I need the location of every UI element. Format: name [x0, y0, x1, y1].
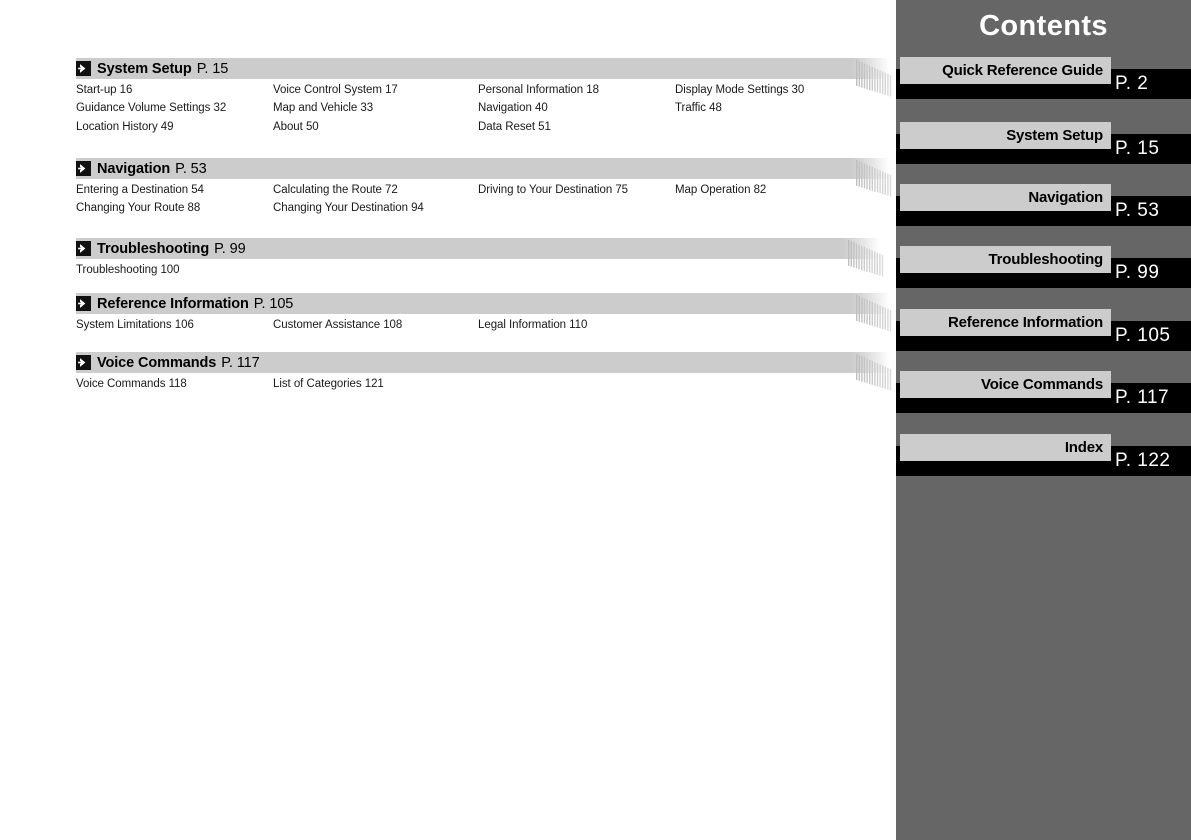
contents-page: System Setup P. 15 Start-up 16 Voice Contro… — [0, 0, 1191, 840]
section-page-number: P. 53 — [175, 160, 207, 177]
section-entry-grid: System Limitations 106 Customer Assistanc… — [76, 319, 890, 337]
toc-entry[interactable]: System Limitations 106 — [76, 319, 194, 331]
section-title: System Setup — [97, 60, 192, 77]
section-header[interactable]: Voice Commands P. 117 — [76, 352, 260, 373]
toc-entry[interactable]: Start-up 16 — [76, 84, 132, 96]
section-5: Voice Commands P. 117 Voice Commands 118 Li… — [76, 352, 890, 396]
toc-entry[interactable]: Voice Control System 17 — [273, 84, 398, 96]
section-page-number: P. 15 — [196, 60, 229, 77]
toc-entry[interactable]: Legal Information 110 — [478, 319, 587, 331]
section-header[interactable]: System Setup P. 15 — [76, 58, 228, 79]
arrow-right-box-icon — [76, 161, 91, 176]
arrow-right-box-icon — [76, 296, 91, 311]
section-1: System Setup P. 15 Start-up 16 Voice Contro… — [76, 58, 890, 139]
tab-label: Troubleshooting — [900, 246, 1111, 273]
section-page-number: P. 99 — [214, 240, 246, 257]
section-header-bar: Voice Commands P. 117 — [76, 352, 890, 373]
tab-page-number: P. 117 — [1115, 387, 1170, 408]
tab-label: Index — [900, 434, 1111, 461]
arrow-right-box-icon — [76, 241, 91, 256]
section-header[interactable]: Reference Information P. 105 — [76, 293, 293, 314]
toc-entry[interactable]: Navigation 40 — [478, 102, 548, 114]
toc-entry[interactable]: Guidance Volume Settings 32 — [76, 102, 226, 114]
section-bar-fade — [842, 238, 880, 259]
tab-page-number: P. 15 — [1115, 138, 1160, 159]
toc-entry[interactable]: Location History 49 — [76, 121, 174, 133]
section-title: Voice Commands — [97, 354, 217, 371]
section-2: Navigation P. 53 Entering a Destination 54… — [76, 158, 890, 221]
chapter-tab-sidebar: Contents Quick Reference Guide P. 2 System… — [896, 0, 1191, 840]
toc-entry[interactable]: Map Operation 82 — [675, 184, 766, 196]
section-header[interactable]: Troubleshooting P. 99 — [76, 238, 246, 259]
section-title: Troubleshooting — [97, 240, 210, 257]
section-bar-fade — [852, 158, 890, 179]
toc-entry[interactable]: Traffic 48 — [675, 102, 722, 114]
section-page-number: P. 105 — [253, 295, 294, 312]
section-4: Reference Information P. 105 System Limita… — [76, 293, 890, 337]
toc-entry[interactable]: Customer Assistance 108 — [273, 319, 402, 331]
section-entry-grid: Entering a Destination 54 Calculating the… — [76, 184, 890, 221]
section-bar-fade — [852, 352, 890, 373]
section-header-bar: Troubleshooting P. 99 — [76, 238, 880, 259]
entry-row: Start-up 16 Voice Control System 17 Person… — [76, 84, 890, 102]
tab-page-number: P. 2 — [1115, 73, 1149, 94]
toc-entry[interactable]: Voice Commands 118 — [76, 378, 187, 390]
section-header-bar: System Setup P. 15 — [76, 58, 890, 79]
tab-label: Navigation — [900, 184, 1111, 211]
section-header[interactable]: Navigation P. 53 — [76, 158, 207, 179]
entry-row: Location History 49 About 50 Data Reset 51 — [76, 121, 890, 139]
section-title: Navigation — [97, 160, 171, 177]
arrow-right-box-icon — [76, 355, 91, 370]
toc-entry[interactable]: Personal Information 18 — [478, 84, 599, 96]
entry-row: Entering a Destination 54 Calculating the… — [76, 184, 890, 202]
section-bar-fade — [852, 58, 890, 79]
toc-entry[interactable]: Entering a Destination 54 — [76, 184, 204, 196]
tab-page-number: P. 53 — [1115, 200, 1160, 221]
section-entry-grid: Voice Commands 118 List of Categories 121 — [76, 378, 890, 396]
toc-entry[interactable]: Data Reset 51 — [478, 121, 551, 133]
entry-row: Voice Commands 118 List of Categories 121 — [76, 378, 890, 396]
section-title: Reference Information — [97, 295, 249, 312]
section-3: Troubleshooting P. 99 Troubleshooting 100 — [76, 238, 890, 282]
toc-entry[interactable]: Map and Vehicle 33 — [273, 102, 373, 114]
toc-entry[interactable]: Changing Your Destination 94 — [273, 202, 424, 214]
tab-page-number: P. 99 — [1115, 262, 1160, 283]
arrow-right-box-icon — [76, 61, 91, 76]
tab-label: Reference Information — [900, 309, 1111, 336]
tab-label: System Setup — [900, 122, 1111, 149]
section-entry-grid: Troubleshooting 100 — [76, 264, 890, 282]
section-header-bar: Navigation P. 53 — [76, 158, 890, 179]
entry-row: Troubleshooting 100 — [76, 264, 890, 282]
toc-entry[interactable]: Calculating the Route 72 — [273, 184, 398, 196]
toc-entry[interactable]: Troubleshooting 100 — [76, 264, 180, 276]
tab-label: Quick Reference Guide — [900, 57, 1111, 84]
tab-page-number: P. 105 — [1115, 325, 1171, 346]
entry-row: System Limitations 106 Customer Assistanc… — [76, 319, 890, 337]
entry-row: Changing Your Route 88 Changing Your Dest… — [76, 202, 890, 220]
toc-entry[interactable]: List of Categories 121 — [273, 378, 384, 390]
contents-main-area: System Setup P. 15 Start-up 16 Voice Contro… — [0, 0, 896, 840]
section-entry-grid: Start-up 16 Voice Control System 17 Person… — [76, 84, 890, 139]
page-title: Contents — [979, 10, 1108, 42]
toc-entry[interactable]: Changing Your Route 88 — [76, 202, 200, 214]
section-bar-fade — [852, 293, 890, 314]
toc-entry[interactable]: Driving to Your Destination 75 — [478, 184, 628, 196]
entry-row: Guidance Volume Settings 32 Map and Vehic… — [76, 102, 890, 120]
tab-page-number: P. 122 — [1115, 450, 1171, 471]
toc-entry[interactable]: About 50 — [273, 121, 319, 133]
section-page-number: P. 117 — [221, 354, 260, 371]
toc-entry[interactable]: Display Mode Settings 30 — [675, 84, 804, 96]
tab-label: Voice Commands — [900, 371, 1111, 398]
section-header-bar: Reference Information P. 105 — [76, 293, 890, 314]
